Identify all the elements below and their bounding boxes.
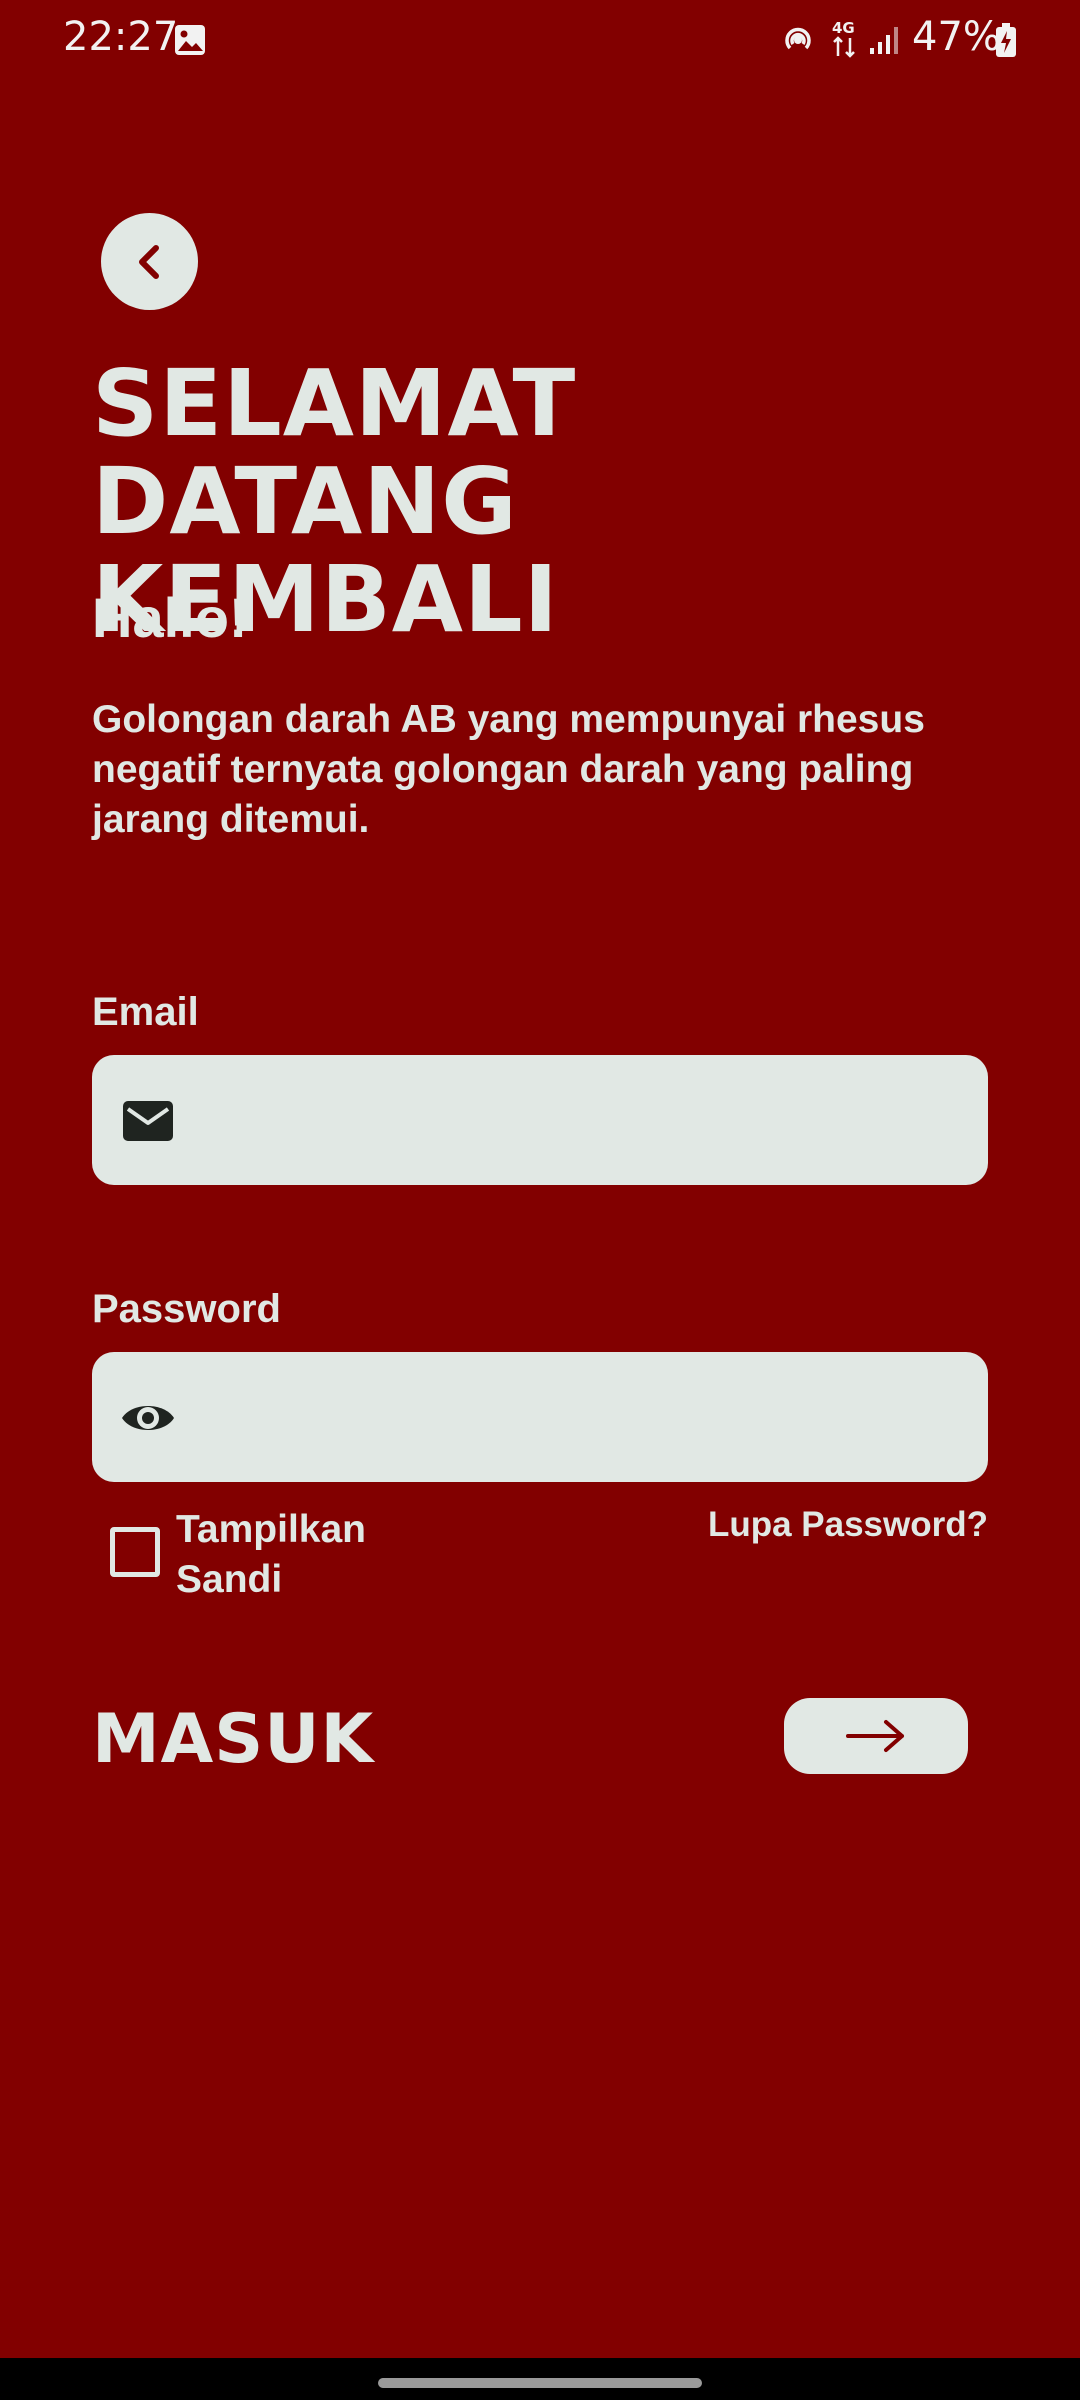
svg-text:4G: 4G	[832, 19, 855, 37]
email-label: Email	[92, 990, 199, 1034]
password-label: Password	[92, 1287, 281, 1331]
email-input[interactable]	[202, 1055, 966, 1187]
password-field[interactable]	[92, 1352, 988, 1484]
email-field[interactable]	[92, 1055, 988, 1187]
show-password-checkbox[interactable]	[110, 1527, 160, 1577]
submit-button[interactable]	[784, 1698, 968, 1774]
show-password-label[interactable]: Tampilkan Sandi	[176, 1505, 406, 1605]
status-time: 22:27	[63, 14, 179, 60]
battery-percent: 47%	[912, 14, 1001, 60]
gallery-icon	[175, 25, 205, 55]
arrow-right-icon	[846, 1720, 904, 1752]
system-nav-bar	[0, 2358, 1080, 2400]
forgot-password-link[interactable]: Lupa Password?	[708, 1505, 988, 1545]
eye-icon[interactable]	[120, 1390, 176, 1446]
home-gesture-handle[interactable]	[378, 2378, 702, 2388]
signal-icon	[870, 27, 898, 54]
4g-icon: 4G	[832, 19, 855, 58]
submit-label: MASUK	[92, 1700, 375, 1779]
status-bar: 22:27 4G 47%	[0, 0, 1080, 80]
hotspot-icon	[785, 27, 811, 50]
chevron-left-icon	[138, 244, 159, 279]
description-text: Golongan darah AB yang mempunyai rhesus …	[92, 698, 925, 841]
battery-charging-icon	[996, 23, 1016, 57]
greeting: Hallo!	[92, 586, 248, 649]
password-input[interactable]	[202, 1352, 966, 1484]
back-button[interactable]	[101, 213, 198, 310]
mail-icon	[123, 1101, 173, 1141]
